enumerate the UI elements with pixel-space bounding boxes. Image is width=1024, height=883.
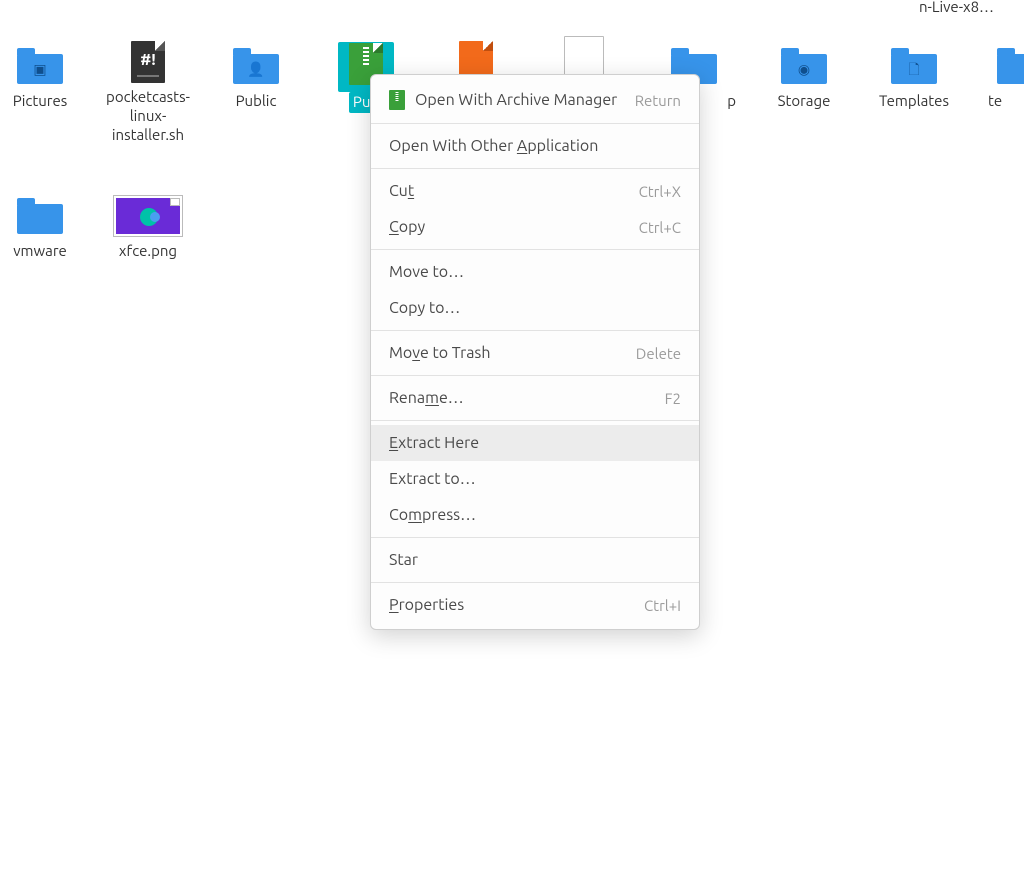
folder-icon: 🗋 — [890, 46, 938, 86]
desktop-item-label: vmware — [0, 242, 88, 261]
menu-separator — [371, 168, 699, 169]
menu-item-cut[interactable]: Cut Ctrl+X — [371, 173, 699, 209]
menu-separator — [371, 330, 699, 331]
menu-item-label: Move to Trash — [389, 344, 491, 362]
menu-item-accelerator: F2 — [665, 390, 681, 407]
script-file-icon: #! — [124, 42, 172, 82]
desktop-item-pocketcasts[interactable]: #! pocketcasts-linux-installer.sh — [100, 42, 196, 144]
menu-item-label: Properties — [389, 596, 464, 614]
desktop-item-label: Templates — [866, 92, 962, 111]
menu-item-label: Open With Archive Manager — [415, 91, 617, 109]
menu-item-star[interactable]: Star — [371, 542, 699, 578]
menu-item-label: Extract to… — [389, 470, 476, 488]
menu-item-extract-here[interactable]: Extract Here — [371, 425, 699, 461]
menu-item-label: Copy — [389, 218, 425, 236]
desktop-item-pictures[interactable]: ▣ Pictures — [0, 46, 88, 111]
menu-item-rename[interactable]: Rename… F2 — [371, 380, 699, 416]
desktop-item-label: te — [988, 92, 1024, 111]
menu-item-accelerator: Ctrl+C — [639, 219, 681, 236]
desktop-item-truncated-label: n-Live-x8… — [919, 0, 994, 15]
menu-item-copy[interactable]: Copy Ctrl+C — [371, 209, 699, 245]
menu-item-label: Move to… — [389, 263, 464, 281]
desktop-item-label: xfce.png — [100, 242, 196, 261]
folder-icon: ◉ — [780, 46, 828, 86]
menu-item-move-to[interactable]: Move to… — [371, 254, 699, 290]
menu-separator — [371, 420, 699, 421]
menu-item-label: Extract Here — [389, 434, 479, 452]
menu-item-accelerator: Return — [635, 92, 681, 109]
menu-separator — [371, 582, 699, 583]
image-thumbnail-icon — [112, 196, 184, 236]
desktop-item-label: pocketcasts-linux-installer.sh — [100, 88, 196, 144]
menu-item-open-archive-manager[interactable]: Open With Archive Manager Return — [371, 81, 699, 119]
menu-item-label: Compress… — [389, 506, 476, 524]
archive-file-icon — [389, 90, 405, 110]
folder-icon: ▣ — [16, 46, 64, 86]
desktop-item-templates[interactable]: 🗋 Templates — [866, 46, 962, 111]
folder-icon — [16, 196, 64, 236]
menu-item-label: Copy to… — [389, 299, 460, 317]
menu-item-accelerator: Delete — [636, 345, 681, 362]
menu-separator — [371, 249, 699, 250]
menu-item-label: Rename… — [389, 389, 464, 407]
desktop-item-storage[interactable]: ◉ Storage — [756, 46, 852, 111]
desktop-item-label: Storage — [756, 92, 852, 111]
menu-item-label: Open With Other Application — [389, 137, 598, 155]
desktop-item-public[interactable]: 👤 Public — [208, 46, 304, 111]
menu-separator — [371, 537, 699, 538]
menu-item-label: Cut — [389, 182, 414, 200]
menu-item-label: Star — [389, 551, 418, 569]
menu-separator — [371, 375, 699, 376]
menu-item-extract-to[interactable]: Extract to… — [371, 461, 699, 497]
desktop-item-vmware[interactable]: vmware — [0, 196, 88, 261]
menu-item-compress[interactable]: Compress… — [371, 497, 699, 533]
desktop-item-label: Pictures — [0, 92, 88, 111]
menu-item-properties[interactable]: Properties Ctrl+I — [371, 587, 699, 623]
desktop[interactable]: n-Live-x8… ▣ Pictures #! pocketcasts-lin… — [0, 0, 1024, 883]
folder-icon: 👤 — [232, 46, 280, 86]
desktop-item-xfce-image[interactable]: xfce.png — [100, 196, 196, 261]
desktop-item-folder-truncated[interactable]: te — [988, 46, 1024, 111]
menu-item-accelerator: Ctrl+X — [639, 183, 681, 200]
menu-item-move-to-trash[interactable]: Move to Trash Delete — [371, 335, 699, 371]
folder-icon — [988, 46, 1024, 86]
desktop-item-label: Public — [208, 92, 304, 111]
context-menu: Open With Archive Manager Return Open Wi… — [370, 74, 700, 630]
menu-item-accelerator: Ctrl+I — [644, 597, 681, 614]
menu-separator — [371, 123, 699, 124]
menu-item-open-with-other[interactable]: Open With Other Application — [371, 128, 699, 164]
menu-item-copy-to[interactable]: Copy to… — [371, 290, 699, 326]
